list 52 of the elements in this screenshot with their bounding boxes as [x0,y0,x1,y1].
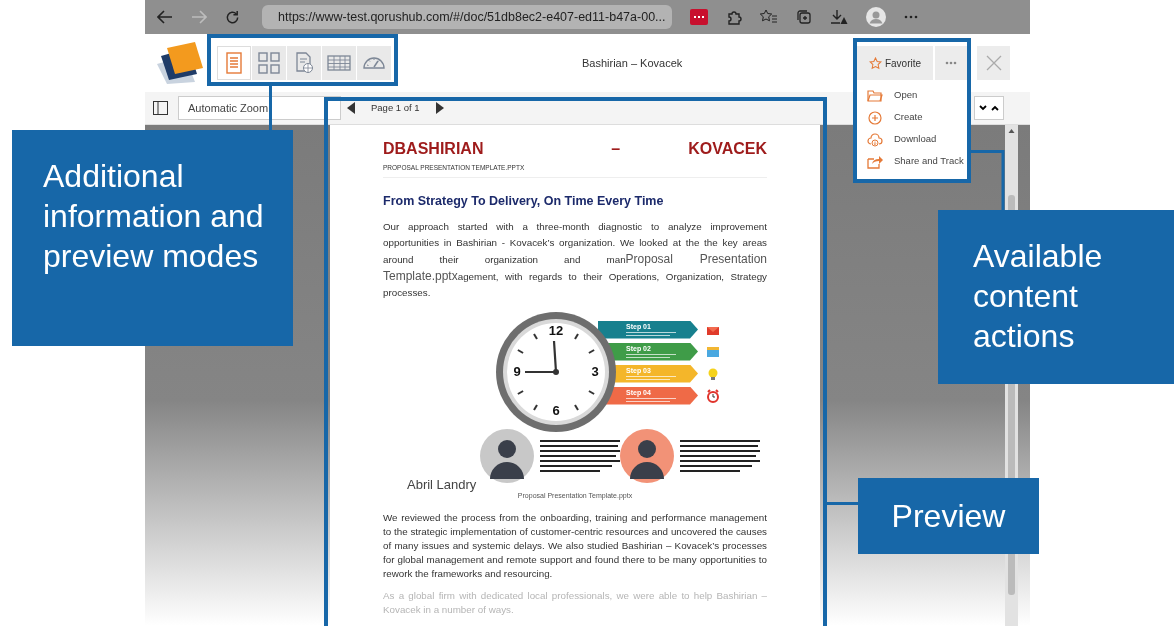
share-icon [867,153,883,169]
profile-icon[interactable] [866,7,886,27]
close-icon [985,55,1002,71]
paragraph: As a global firm with dedicated local professionals, we were able to help Bashirian – Kovacek in a number of ways. [383,589,767,617]
callout: Additional information and preview modes [12,130,293,346]
menu-item[interactable]: Create [867,108,967,126]
plus-circle-icon [867,109,883,125]
document-heading: KOVACEK [688,139,767,159]
clock-drawing: 12 3 6 9 [495,310,617,433]
document-title: Bashirian – Kovacek [582,56,683,71]
downloads-icon[interactable] [830,9,848,25]
signature: Abril Landry [407,475,477,494]
previous-page-icon[interactable] [347,102,355,114]
favorites-icon[interactable] [760,9,778,25]
address-bar[interactable]: https://www-test.qorushub.com/#/doc/51db8ec2-e407-ed11-b47a-00... [262,5,672,29]
more-icon[interactable] [904,15,918,19]
leader-line [970,150,1006,210]
step-icon [706,388,720,403]
view-mode-tab[interactable] [322,46,356,80]
document-heading: – [611,139,621,159]
cloud-download-icon [867,131,883,147]
sidebar-toggle-icon[interactable] [153,101,168,115]
collections-icon[interactable] [796,9,812,25]
page-indicator: Page 1 of 1 [371,100,420,115]
paragraph: We reviewed the process from the onboarding, training and performance management to the strategic implementation of customer-centric resources and uncovered the causes of many issues and systemic delays. We also studied Bashirian – Kovacek’s processes for global management and remote support and found there to be many opportunities to rework the frameworks and resourcing. [383,511,767,581]
menu-item[interactable]: Download [867,130,967,148]
chevron-up-icon[interactable] [991,105,999,111]
star-icon [868,56,882,70]
menu-item[interactable]: Open [867,86,967,104]
reload-icon[interactable] [225,9,240,25]
grid-icon [257,51,281,75]
more-icon [945,61,957,65]
view-mode-tab[interactable] [357,46,391,80]
chevron-down-icon[interactable] [979,105,987,111]
folder-icon [867,87,883,103]
leader-line [269,86,272,130]
section-heading: From Strategy To Delivery, On Time Every Time [383,192,665,210]
zoom-dropdown[interactable]: Automatic Zoom [178,96,341,120]
step-icon [706,366,720,381]
callout: Available content actions [938,210,1174,384]
puzzle-icon[interactable] [726,9,742,25]
url-text: https://www-test.qorushub.com/#/doc/51db8ec2-e407-ed11-b47a-00... [278,8,666,26]
extension-icon[interactable] [690,9,708,25]
favorite-button[interactable]: Favorite [857,46,933,80]
menu-item[interactable]: Share and Track [867,152,967,170]
next-page-icon[interactable] [435,102,444,114]
back-icon[interactable] [157,10,173,24]
leader-line [827,502,859,505]
step-icon [706,344,720,359]
callout: Preview [858,478,1039,554]
paragraph: Our approach started with a three-month diagnostic to analyze improvement opportunities in Bashirian - Kovacek’s organization. We looked at the the key areas around their organization and manProposal Presentation Template.pptxagement, with regards to their Operations, Organization, Strategy processes. [383,219,767,300]
document-heading: DBASHIRIAN [383,139,484,159]
